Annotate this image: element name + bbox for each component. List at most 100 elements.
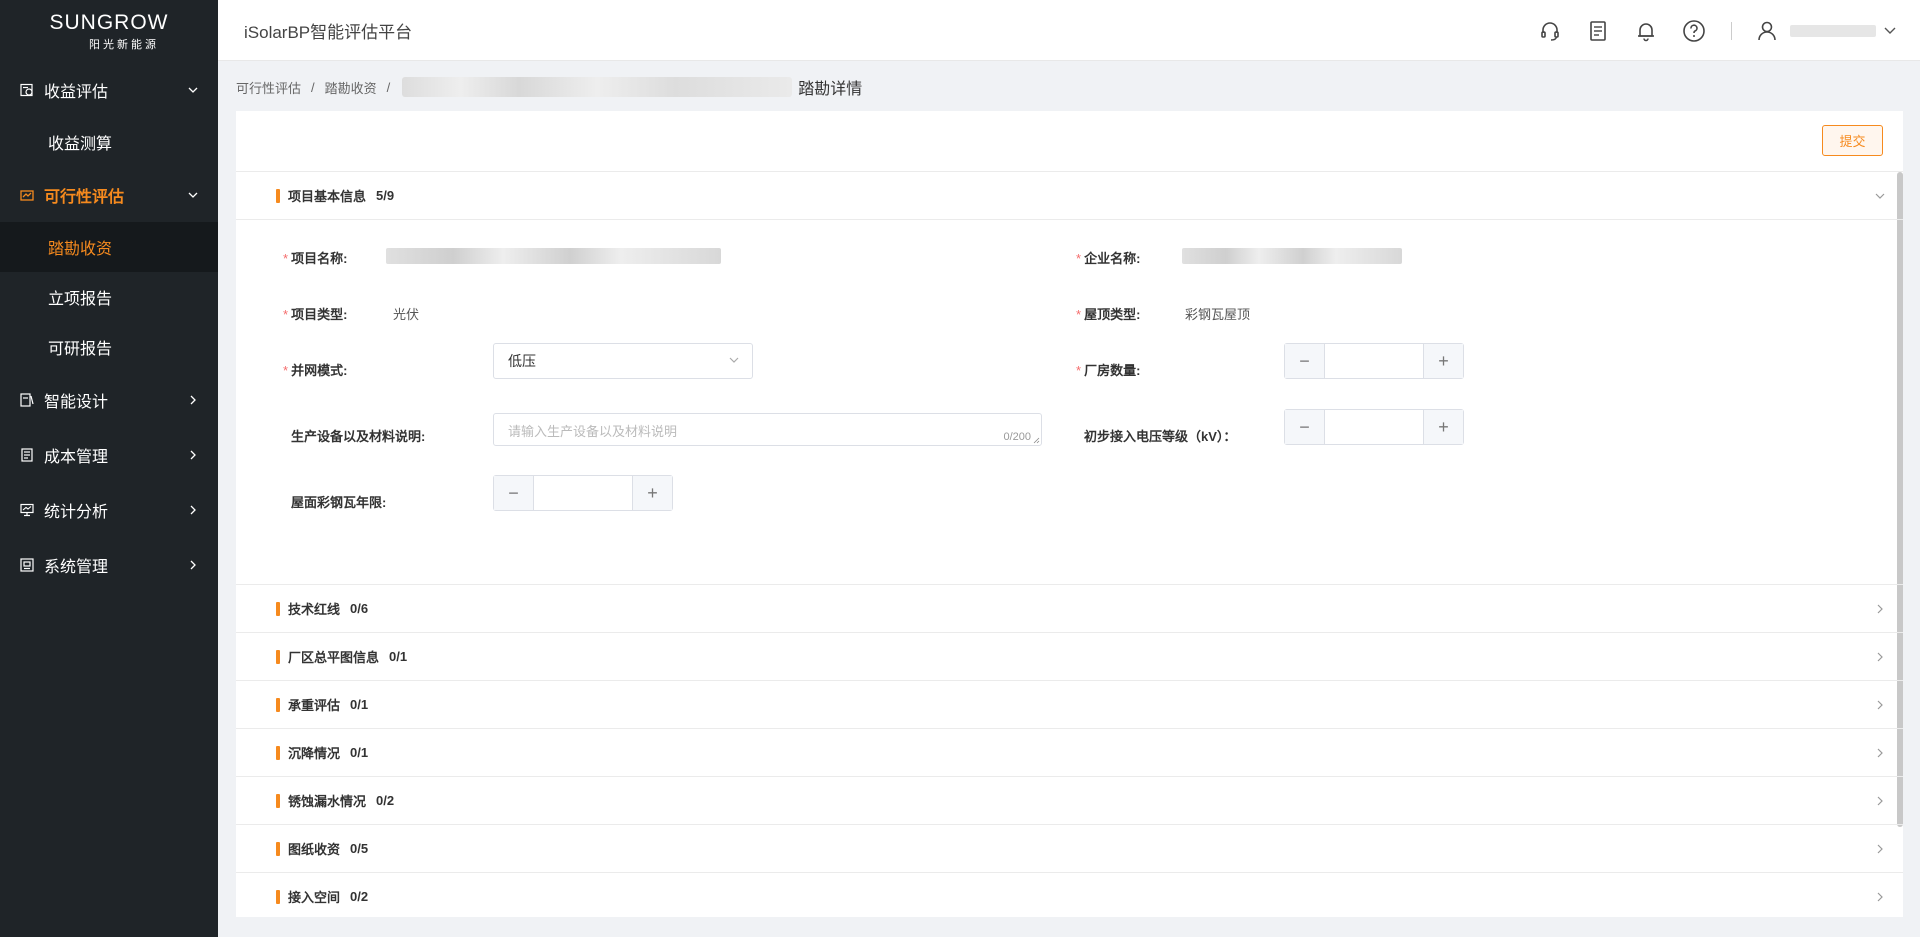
sidebar-item-system[interactable]: 系统管理	[0, 537, 218, 592]
section-site-plan-header[interactable]: 厂区总平图信息 0/1	[236, 633, 1903, 681]
sidebar-item-cost[interactable]: 成本管理	[0, 427, 218, 482]
sidebar-item-label: 统计分析	[44, 503, 109, 521]
increment-button[interactable]: +	[1423, 344, 1463, 378]
revenue-icon	[20, 83, 34, 97]
sidebar-item-design[interactable]: 智能设计	[0, 372, 218, 427]
brand-logo[interactable]: SUNGROW 阳光新能源	[0, 0, 218, 62]
sidebar-item-project-report[interactable]: 立项报告	[0, 272, 218, 322]
sidebar-item-label: 收益测算	[48, 136, 113, 153]
section-marker	[276, 841, 280, 856]
roof-years-label: 屋面彩钢瓦年限:	[291, 495, 387, 510]
bell-icon[interactable]	[1633, 18, 1659, 44]
breadcrumb-item-feasibility[interactable]: 可行性评估	[236, 78, 301, 97]
char-counter: 0/200	[1003, 431, 1031, 443]
sidebar-item-label: 系统管理	[44, 558, 109, 576]
breadcrumb-project-redacted[interactable]	[402, 77, 793, 97]
breadcrumb-item-survey[interactable]: 踏勘收资	[325, 78, 377, 97]
label-text: 厂房数量:	[1084, 363, 1141, 378]
section-marker	[276, 889, 280, 904]
headset-icon[interactable]	[1537, 18, 1563, 44]
label-text: 并网模式:	[291, 363, 348, 378]
voltage-input[interactable]	[1325, 410, 1423, 444]
section-title: 沉降情况	[288, 746, 341, 761]
section-title: 项目基本信息	[288, 189, 367, 204]
feasibility-icon	[20, 188, 34, 202]
section-count: 0/1	[350, 745, 369, 760]
user-name-redacted[interactable]	[1790, 24, 1876, 37]
section-marker	[276, 649, 280, 664]
increment-button[interactable]: +	[632, 476, 672, 510]
breadcrumb-current: 踏勘详情	[798, 81, 863, 98]
section-tech-redline-header[interactable]: 技术红线 0/6	[236, 585, 1903, 633]
resize-handle-icon[interactable]	[1033, 437, 1040, 444]
section-drawings-header[interactable]: 图纸收资 0/5	[236, 825, 1903, 873]
section-corrosion-header[interactable]: 锈蚀漏水情况 0/2	[236, 777, 1903, 825]
required-mark: *	[283, 307, 289, 322]
project-type-value: 光伏	[393, 307, 420, 322]
label-text: 屋顶类型:	[1084, 307, 1141, 322]
equipment-textarea[interactable]: 请输入生产设备以及材料说明 0/200	[493, 413, 1042, 446]
project-type-label: * 项目类型:	[283, 304, 347, 323]
chevron-right-icon	[188, 395, 198, 405]
section-basic-info-header[interactable]: 项目基本信息 5/9	[236, 172, 1903, 220]
increment-button[interactable]: +	[1423, 410, 1463, 444]
chevron-right-icon	[1875, 700, 1885, 710]
equipment-label: 生产设备以及材料说明:	[291, 429, 426, 444]
decrement-button[interactable]: −	[1285, 344, 1325, 378]
section-load-bearing-header[interactable]: 承重评估 0/1	[236, 681, 1903, 729]
sidebar-item-research-report[interactable]: 可研报告	[0, 322, 218, 372]
sidebar-item-revenue-calc[interactable]: 收益测算	[0, 117, 218, 167]
card-toolbar: 提交	[236, 111, 1903, 172]
project-name-label: * 项目名称:	[283, 248, 347, 267]
voltage-label: 初步接入电压等级（kV）：	[1084, 429, 1237, 444]
required-mark: *	[283, 251, 289, 266]
equipment-placeholder: 请输入生产设备以及材料说明	[508, 424, 678, 439]
section-marker	[276, 601, 280, 616]
document-icon[interactable]	[1585, 18, 1611, 44]
sidebar-item-revenue[interactable]: 收益评估	[0, 62, 218, 117]
voltage-stepper: − +	[1284, 409, 1464, 445]
app-title: iSolarBP智能评估平台	[244, 22, 413, 42]
user-icon[interactable]	[1754, 18, 1780, 44]
system-icon	[20, 557, 34, 572]
help-icon[interactable]	[1681, 18, 1707, 44]
required-mark: *	[1076, 251, 1082, 266]
sidebar-item-survey[interactable]: 踏勘收资	[0, 222, 218, 272]
roof-type-label: * 屋顶类型:	[1076, 304, 1140, 323]
cost-icon	[20, 447, 34, 462]
section-count: 0/5	[350, 841, 369, 856]
sidebar-item-label: 成本管理	[44, 448, 109, 466]
section-access-space-header[interactable]: 接入空间 0/2	[236, 873, 1903, 917]
section-count: 0/2	[350, 889, 369, 904]
section-count: 0/6	[350, 601, 369, 616]
roof-type-value: 彩钢瓦屋顶	[1185, 307, 1251, 322]
grid-mode-selected-value: 低压	[508, 353, 536, 369]
chevron-right-icon	[1875, 748, 1885, 758]
sidebar-item-feasibility[interactable]: 可行性评估	[0, 167, 218, 222]
submit-button[interactable]: 提交	[1822, 125, 1883, 156]
chevron-right-icon	[1875, 892, 1885, 902]
chevron-down-icon[interactable]	[1884, 23, 1896, 39]
roof-years-stepper: − +	[493, 475, 673, 511]
sidebar-item-label: 可行性评估	[44, 188, 125, 206]
company-name-label: * 企业名称:	[1076, 248, 1140, 267]
section-settlement-header[interactable]: 沉降情况 0/1	[236, 729, 1903, 777]
roof-years-input[interactable]	[534, 476, 632, 510]
section-marker	[276, 697, 280, 712]
chevron-down-icon	[1875, 191, 1885, 201]
decrement-button[interactable]: −	[1285, 410, 1325, 444]
header-actions	[1515, 0, 1896, 61]
factory-count-label: * 厂房数量:	[1076, 360, 1140, 379]
sidebar-item-label: 踏勘收资	[48, 241, 113, 258]
sidebar-item-stats[interactable]: 统计分析	[0, 482, 218, 537]
factory-count-input[interactable]	[1325, 344, 1423, 378]
chevron-right-icon	[188, 560, 198, 570]
grid-mode-select[interactable]: 低压	[493, 343, 753, 379]
chevron-right-icon	[1875, 844, 1885, 854]
decrement-button[interactable]: −	[494, 476, 534, 510]
sidebar-item-label: 智能设计	[44, 393, 109, 411]
section-title: 承重评估	[288, 698, 341, 713]
section-title: 接入空间	[288, 890, 341, 905]
label-text: 项目类型:	[291, 307, 348, 322]
section-count: 5/9	[376, 188, 395, 203]
